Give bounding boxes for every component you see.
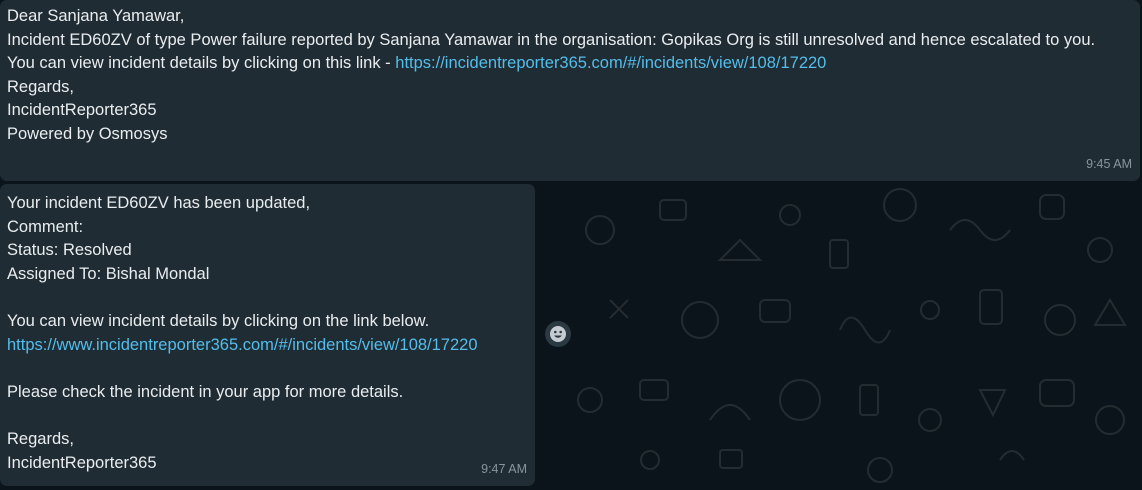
message-bubble-update: Your incident ED60ZV has been updated, C… [0,184,535,486]
greeting-text: Dear Sanjana Yamawar, [7,7,185,25]
link-line: You can view incident details by clickin… [7,52,1133,76]
incident-link[interactable]: https://incidentreporter365.com/#/incide… [395,54,826,72]
emoji-reaction-button[interactable] [545,321,571,347]
update-text: Your incident ED60ZV has been updated, [7,194,311,212]
sender-text: IncidentReporter365 [7,101,157,120]
emoji-smile-icon [550,326,566,342]
message-timestamp: 9:47 AM [481,462,527,477]
link-intro-text: You can view incident details by clickin… [7,311,430,330]
assigned-text: Assigned To: Bishal Mondal [7,264,210,283]
regards-text: Regards, [7,77,74,96]
status-text: Status: Resolved [7,241,132,260]
powered-by-text: Powered by Osmosys [7,124,168,143]
note-text: Please check the incident in your app fo… [7,382,404,401]
regards-text: Regards, [7,429,74,448]
incident-link[interactable]: https://www.incidentreporter365.com/#/in… [7,336,478,354]
message-timestamp: 9:45 AM [1086,157,1132,172]
comment-text: Comment: [7,217,84,236]
link-prefix-text: You can view incident details by clickin… [7,54,396,73]
message-bubble-escalation: Dear Sanjana Yamawar, Incident ED60ZV of… [0,0,1140,181]
escalation-text: Incident ED60ZV of type Power failure re… [7,30,1096,49]
sender-text: IncidentReporter365 [7,453,157,472]
